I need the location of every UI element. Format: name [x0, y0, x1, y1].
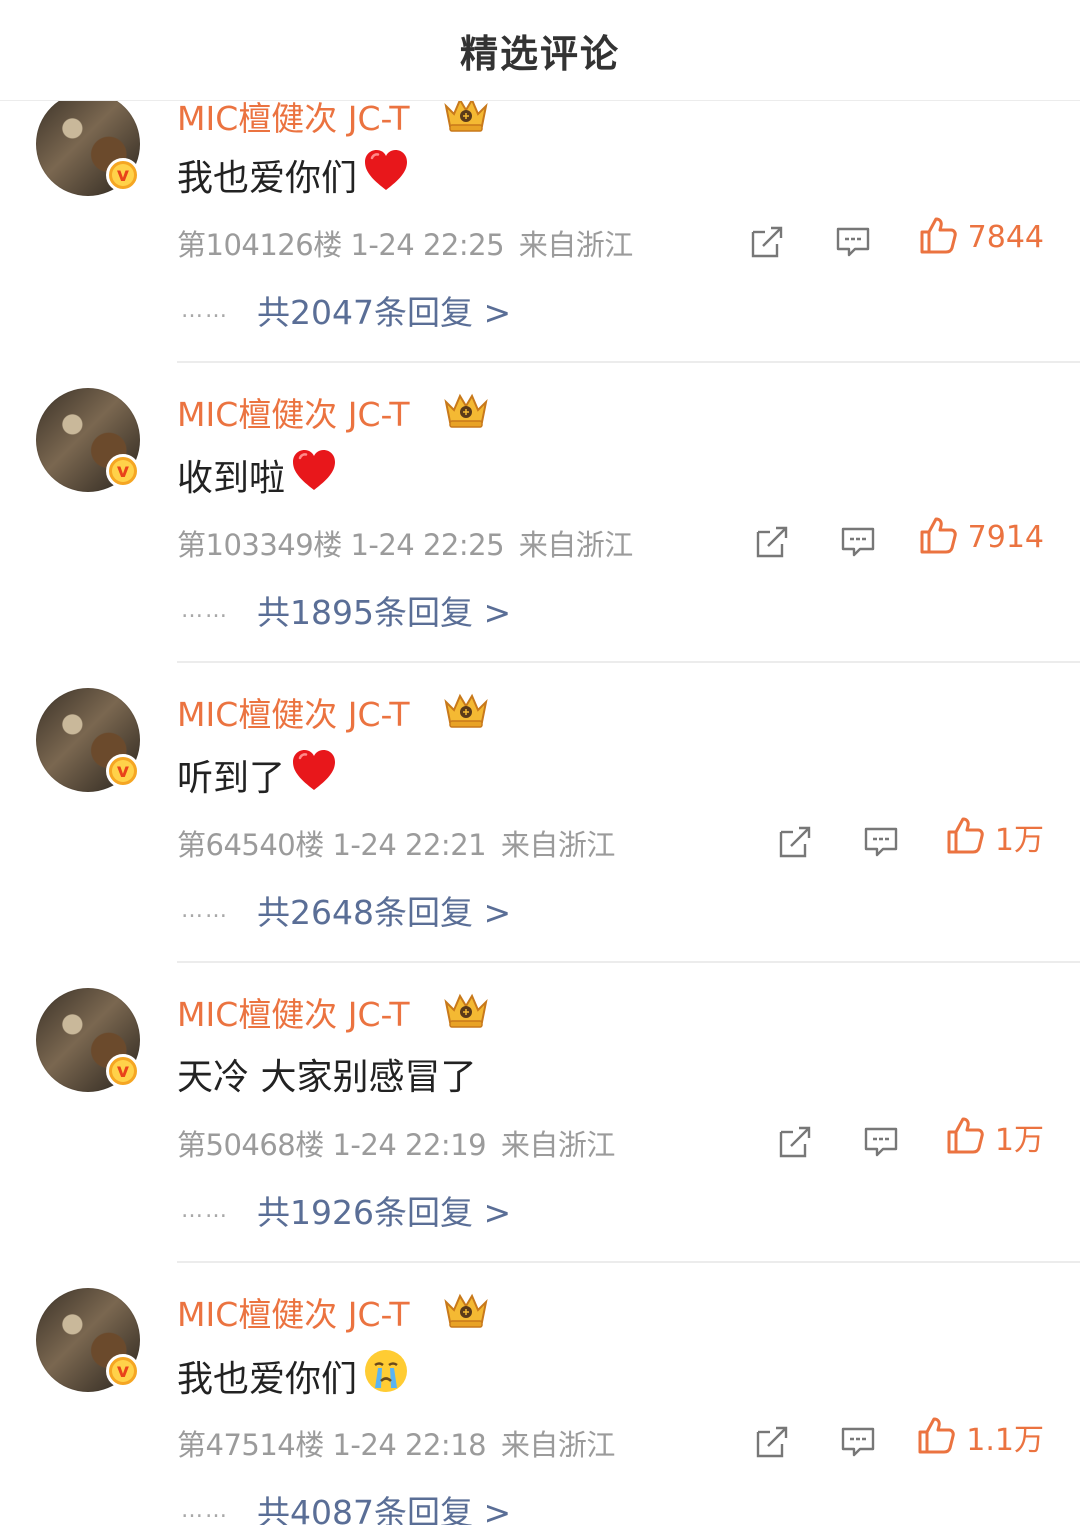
ellipsis-icon: ……: [181, 897, 229, 923]
verified-badge-icon: v: [106, 754, 140, 788]
crown-icon: [442, 690, 490, 730]
comment-body: 我也爱你们: [177, 1358, 358, 1400]
username[interactable]: MIC檀健次 JC-T: [177, 988, 410, 1036]
like-count: 7914: [967, 519, 1044, 555]
like-button[interactable]: 1万: [945, 1115, 1044, 1159]
divider: [177, 961, 1080, 963]
floor-number: 第64540楼: [177, 828, 324, 862]
comment-body: 听到了: [177, 757, 286, 799]
comment-text: 我也爱你们: [177, 1348, 409, 1403]
username[interactable]: MIC檀健次 JC-T: [177, 688, 410, 736]
comment-text: 天冷 大家别感冒了: [177, 1048, 476, 1100]
like-button[interactable]: 7914: [918, 515, 1044, 559]
view-replies-link[interactable]: 共1895条回复 >: [257, 586, 511, 634]
comment-item: v MIC檀健次 JC-T 收到啦 第103349楼 1-24 22:25 来自…: [0, 388, 1080, 700]
red-heart-icon: [291, 748, 337, 801]
thumbs-up-icon: [918, 215, 958, 259]
like-count: 7844: [967, 219, 1044, 255]
comment-icon[interactable]: [863, 824, 899, 860]
comment-location: 来自浙江: [500, 828, 616, 862]
like-button[interactable]: 7844: [918, 215, 1044, 259]
username[interactable]: MIC檀健次 JC-T: [177, 388, 410, 436]
thumbs-up-icon: [918, 515, 958, 559]
view-replies-link[interactable]: 共4087条回复 >: [257, 1486, 511, 1525]
floor-number: 第104126楼: [177, 228, 342, 262]
ellipsis-icon: ……: [181, 297, 229, 323]
divider: [177, 661, 1080, 663]
comment-item: v MIC檀健次 JC-T 听到了 第64540楼 1-24 22:21 来自浙…: [0, 688, 1080, 1000]
comment-location: 来自浙江: [500, 1428, 616, 1462]
comment-icon[interactable]: [840, 524, 876, 560]
divider: [177, 361, 1080, 363]
share-icon[interactable]: [754, 1424, 790, 1460]
like-button[interactable]: 1.1万: [916, 1415, 1044, 1459]
red-heart-icon: [291, 448, 337, 501]
view-replies-link[interactable]: 共2648条回复 >: [257, 886, 511, 934]
reply-summary[interactable]: …… 共1926条回复 >: [181, 1186, 511, 1234]
comment-time: 1-24 22:19: [332, 1128, 487, 1162]
comment-time: 1-24 22:21: [332, 828, 487, 862]
thumbs-up-icon: [945, 815, 985, 859]
like-count: 1.1万: [966, 1423, 1044, 1458]
floor-number: 第103349楼: [177, 528, 342, 562]
floor-number: 第47514楼: [177, 1428, 324, 1462]
comment-text: 收到啦: [177, 448, 337, 501]
comment-body: 我也爱你们: [177, 157, 358, 199]
like-count: 1万: [994, 823, 1044, 858]
comment-meta: 第50468楼 1-24 22:19 来自浙江: [177, 1122, 615, 1164]
verified-badge-icon: v: [106, 1054, 140, 1088]
share-icon[interactable]: [777, 824, 813, 860]
crying-face-icon: [363, 1348, 409, 1403]
comment-list: v MIC檀健次 JC-T 我也爱你们 第104126楼 1-24 22:25 …: [0, 0, 1080, 1525]
verified-badge-icon: v: [106, 1354, 140, 1388]
ellipsis-icon: ……: [181, 597, 229, 623]
share-icon[interactable]: [749, 224, 785, 260]
like-button[interactable]: 1万: [945, 815, 1044, 859]
floor-number: 第50468楼: [177, 1128, 324, 1162]
verified-badge-icon: v: [106, 158, 140, 192]
comment-icon[interactable]: [835, 224, 871, 260]
comment-time: 1-24 22:25: [350, 228, 505, 262]
ellipsis-icon: ……: [181, 1197, 229, 1223]
ellipsis-icon: ……: [181, 1497, 229, 1523]
comment-meta: 第103349楼 1-24 22:25 来自浙江: [177, 522, 633, 564]
comment-body: 天冷 大家别感冒了: [177, 1057, 477, 1098]
comment-time: 1-24 22:25: [350, 528, 505, 562]
comment-meta: 第47514楼 1-24 22:18 来自浙江: [177, 1422, 615, 1464]
comment-location: 来自浙江: [518, 528, 634, 562]
like-count: 1万: [994, 1123, 1044, 1158]
page-title: 精选评论: [459, 31, 620, 76]
comment-icon[interactable]: [863, 1124, 899, 1160]
view-replies-link[interactable]: 共2047条回复 >: [257, 286, 511, 334]
share-icon[interactable]: [777, 1124, 813, 1160]
reply-summary[interactable]: …… 共1895条回复 >: [181, 586, 511, 634]
divider: [177, 1261, 1080, 1263]
username[interactable]: MIC檀健次 JC-T: [177, 1288, 410, 1336]
crown-icon: [442, 390, 490, 430]
thumbs-up-icon: [945, 1115, 985, 1159]
reply-summary[interactable]: …… 共2648条回复 >: [181, 886, 511, 934]
comment-item: v MIC檀健次 JC-T 天冷 大家别感冒了 第50468楼 1-24 22:…: [0, 988, 1080, 1300]
comment-time: 1-24 22:18: [332, 1428, 487, 1462]
comment-body: 收到啦: [177, 457, 286, 499]
page-header: 精选评论: [0, 0, 1080, 101]
comment-icon[interactable]: [840, 1424, 876, 1460]
comment-item: v MIC檀健次 JC-T 我也爱你们 第47514楼 1-24 22:18 来…: [0, 1288, 1080, 1525]
comment-text: 我也爱你们: [177, 148, 409, 201]
crown-icon: [442, 1290, 490, 1330]
reply-summary[interactable]: …… 共2047条回复 >: [181, 286, 511, 334]
share-icon[interactable]: [754, 524, 790, 560]
view-replies-link[interactable]: 共1926条回复 >: [257, 1186, 511, 1234]
comment-item: v MIC檀健次 JC-T 我也爱你们 第104126楼 1-24 22:25 …: [0, 92, 1080, 400]
comment-meta: 第64540楼 1-24 22:21 来自浙江: [177, 822, 615, 864]
comment-location: 来自浙江: [500, 1128, 616, 1162]
reply-summary[interactable]: …… 共4087条回复 >: [181, 1486, 511, 1525]
comment-location: 来自浙江: [518, 228, 634, 262]
red-heart-icon: [363, 148, 409, 201]
verified-badge-icon: v: [106, 454, 140, 488]
comment-meta: 第104126楼 1-24 22:25 来自浙江: [177, 222, 633, 264]
comment-text: 听到了: [177, 748, 337, 801]
thumbs-up-icon: [916, 1415, 956, 1459]
crown-icon: [442, 990, 490, 1030]
